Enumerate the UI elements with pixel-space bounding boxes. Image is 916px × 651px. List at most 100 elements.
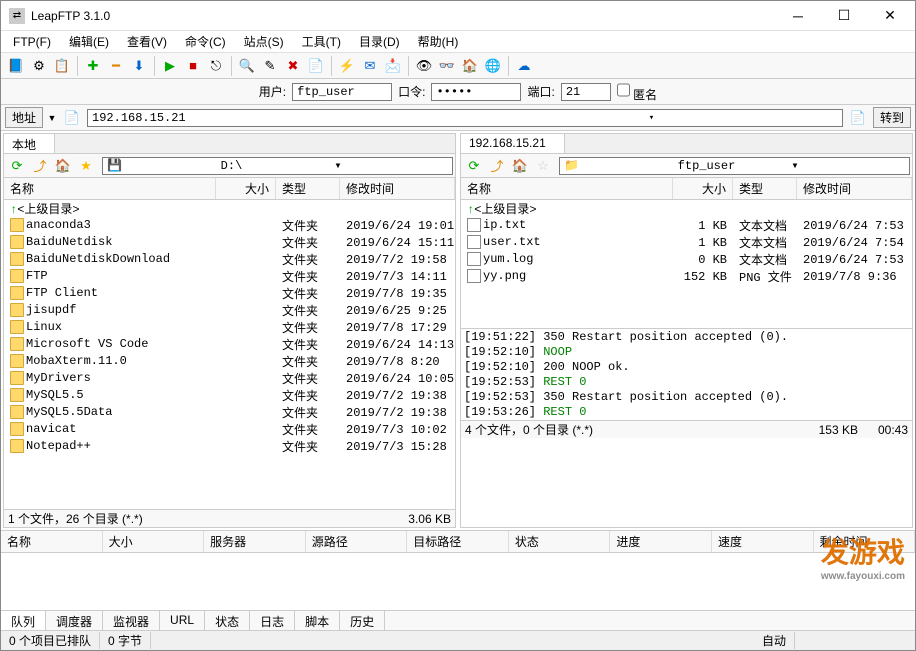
menu-edit[interactable]: 编辑(E) — [61, 31, 117, 52]
site-manager-icon[interactable]: 📘 — [5, 55, 27, 77]
chevron-down-icon[interactable]: ▾ — [791, 158, 905, 173]
calendar-icon[interactable]: 📋 — [51, 55, 73, 77]
table-row[interactable]: Notepad++文件夹2019/7/3 15:28 — [4, 438, 455, 455]
table-row[interactable]: BaiduNetdiskDownload文件夹2019/7/2 19:58 — [4, 251, 455, 268]
home2-icon[interactable]: 🏠 — [509, 155, 531, 177]
address-input[interactable]: 192.168.15.21▾ — [87, 109, 843, 127]
home-icon[interactable]: 🏠 — [459, 55, 481, 77]
menu-help[interactable]: 帮助(H) — [410, 31, 467, 52]
remove-icon[interactable]: ━ — [105, 55, 127, 77]
menu-command[interactable]: 命令(C) — [177, 31, 234, 52]
queue-tab[interactable]: 日志 — [250, 611, 295, 630]
table-row[interactable]: ip.txt1 KB文本文档2019/6/24 7:53 — [461, 217, 912, 234]
go-icon[interactable]: 📄 — [847, 107, 869, 129]
menu-ftp[interactable]: FTP(F) — [5, 33, 59, 51]
local-path[interactable]: 💾D:\▾ — [102, 157, 453, 175]
add-icon[interactable]: ✚ — [82, 55, 104, 77]
table-row[interactable]: FTP文件夹2019/7/3 14:11 — [4, 268, 455, 285]
table-row[interactable]: Microsoft VS Code文件夹2019/6/24 14:13 — [4, 336, 455, 353]
table-row[interactable]: MobaXterm.11.0文件夹2019/7/8 8:20 — [4, 353, 455, 370]
col-size[interactable]: 大小 — [216, 178, 276, 199]
queue-col[interactable]: 状态 — [509, 531, 611, 552]
stop-icon[interactable]: ■ — [182, 55, 204, 77]
col-date[interactable]: 修改时间 — [340, 178, 455, 199]
user-field[interactable] — [292, 83, 392, 101]
address-dropdown-icon[interactable]: ▼ — [47, 113, 57, 123]
queue-col[interactable]: 大小 — [103, 531, 205, 552]
queue-tab[interactable]: 监视器 — [103, 611, 160, 630]
table-row[interactable]: navicat文件夹2019/7/3 10:02 — [4, 421, 455, 438]
minimize-button[interactable]: ─ — [775, 2, 821, 30]
table-row[interactable]: MySQL5.5文件夹2019/7/2 19:38 — [4, 387, 455, 404]
table-row[interactable]: yy.png152 KBPNG 文件2019/7/8 9:36 — [461, 268, 912, 285]
menu-site[interactable]: 站点(S) — [236, 31, 292, 52]
play-icon[interactable]: ▶ — [159, 55, 181, 77]
refresh-icon[interactable]: ⟳ — [463, 155, 485, 177]
table-row[interactable]: MySQL5.5Data文件夹2019/7/2 19:38 — [4, 404, 455, 421]
queue-col[interactable]: 名称 — [1, 531, 103, 552]
table-row[interactable]: jisupdf文件夹2019/6/25 9:25 — [4, 302, 455, 319]
menu-directory[interactable]: 目录(D) — [351, 31, 408, 52]
col-name[interactable]: 名称 — [4, 178, 216, 199]
remote-tab[interactable]: 192.168.15.21 — [461, 134, 565, 153]
delete-icon[interactable]: ✖ — [282, 55, 304, 77]
remote-path[interactable]: 📁ftp_user▾ — [559, 157, 910, 175]
queue-tab[interactable]: 调度器 — [46, 611, 103, 630]
table-row[interactable]: anaconda3文件夹2019/6/24 19:01 — [4, 217, 455, 234]
receive-icon[interactable]: 📩 — [382, 55, 404, 77]
updir-row[interactable]: ↑<上级目录> — [461, 200, 912, 217]
table-row[interactable]: user.txt1 KB文本文档2019/6/24 7:54 — [461, 234, 912, 251]
cloud-icon[interactable]: ☁ — [513, 55, 535, 77]
transfer-icon[interactable]: ⬇ — [128, 55, 150, 77]
binoculars-icon[interactable]: 👁 — [413, 55, 435, 77]
queue-tab[interactable]: 脚本 — [295, 611, 340, 630]
up-icon[interactable]: ⤴ — [29, 155, 51, 177]
queue-tab[interactable]: 队列 — [1, 611, 46, 630]
chevron-down-icon[interactable]: ▾ — [334, 158, 448, 173]
queue-col[interactable]: 进度 — [610, 531, 712, 552]
queue-col[interactable]: 目标路径 — [407, 531, 509, 552]
remote-listview[interactable]: 名称 大小 类型 修改时间 ↑<上级目录> ip.txt1 KB文本文档2019… — [461, 178, 912, 328]
port-field[interactable] — [561, 83, 611, 101]
properties-icon[interactable]: 📄 — [305, 55, 327, 77]
queue-tab[interactable]: URL — [160, 611, 205, 630]
refresh-icon[interactable]: ⟳ — [6, 155, 28, 177]
table-row[interactable]: BaiduNetdisk文件夹2019/6/24 15:11 — [4, 234, 455, 251]
settings-icon[interactable]: ⚙ — [28, 55, 50, 77]
col-date[interactable]: 修改时间 — [797, 178, 912, 199]
chevron-down-icon[interactable]: ▾ — [465, 113, 838, 123]
queue-tab[interactable]: 历史 — [340, 611, 385, 630]
star-icon[interactable]: ★ — [75, 155, 97, 177]
close-button[interactable]: ✕ — [867, 2, 913, 30]
table-row[interactable]: FTP Client文件夹2019/7/8 19:35 — [4, 285, 455, 302]
col-type[interactable]: 类型 — [733, 178, 797, 199]
go-button[interactable]: 转到 — [873, 107, 911, 128]
lightning-icon[interactable]: ⚡ — [336, 55, 358, 77]
anonymous-checkbox[interactable]: 匿名 — [617, 81, 657, 103]
updir-row[interactable]: ↑<上级目录> — [4, 200, 455, 217]
menu-view[interactable]: 查看(V) — [119, 31, 175, 52]
server-log[interactable]: [19:51:22] 350 Restart position accepted… — [461, 328, 912, 420]
table-row[interactable]: Linux文件夹2019/7/8 17:29 — [4, 319, 455, 336]
queue-col[interactable]: 源路径 — [306, 531, 408, 552]
exit-icon[interactable]: ⎋ — [205, 55, 227, 77]
menu-tools[interactable]: 工具(T) — [294, 31, 349, 52]
home2-icon[interactable]: 🏠 — [52, 155, 74, 177]
password-field[interactable] — [431, 83, 521, 101]
maximize-button[interactable]: ☐ — [821, 2, 867, 30]
star-icon[interactable]: ☆ — [532, 155, 554, 177]
queue-tab[interactable]: 状态 — [205, 611, 250, 630]
table-row[interactable]: yum.log0 KB文本文档2019/6/24 7:53 — [461, 251, 912, 268]
queue-col[interactable]: 服务器 — [204, 531, 306, 552]
queue-col[interactable]: 速度 — [712, 531, 814, 552]
send-icon[interactable]: ✉ — [359, 55, 381, 77]
col-name[interactable]: 名称 — [461, 178, 673, 199]
edit-icon[interactable]: ✎ — [259, 55, 281, 77]
binoculars2-icon[interactable]: 👓 — [436, 55, 458, 77]
local-tab[interactable]: 本地 — [4, 134, 55, 153]
col-size[interactable]: 大小 — [673, 178, 733, 199]
queue-body[interactable]: 发游戏www.fayouxi.com — [1, 553, 915, 610]
up-icon[interactable]: ⤴ — [486, 155, 508, 177]
search-icon[interactable]: 🔍 — [236, 55, 258, 77]
page-icon[interactable]: 📄 — [61, 107, 83, 129]
